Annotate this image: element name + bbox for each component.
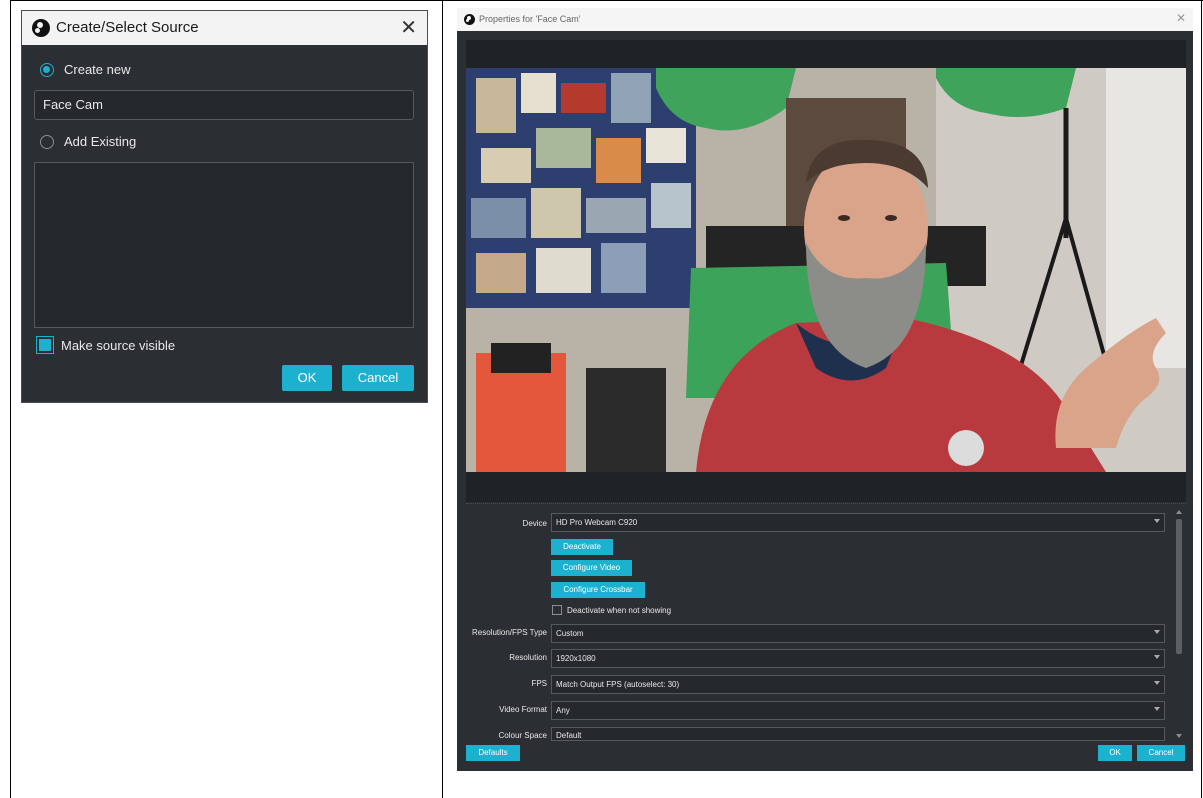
resolution-value: 1920x1080 <box>556 654 596 663</box>
webcam-preview-image <box>466 68 1186 472</box>
title-bar: Create/Select Source ✕ <box>22 11 427 45</box>
resolution-fps-type-select[interactable]: Custom <box>551 624 1165 643</box>
make-source-visible-label[interactable]: Make source visible <box>61 338 175 353</box>
resolution-select[interactable]: 1920x1080 <box>551 649 1165 668</box>
properties-dialog: Properties for 'Face Cam' ✕ Device HD Pr… <box>457 8 1193 771</box>
obs-logo-icon <box>32 19 50 37</box>
ok-button[interactable]: OK <box>282 365 332 391</box>
video-format-label: Video Format <box>499 705 547 714</box>
device-label: Device <box>522 519 547 528</box>
dialog-title: Create/Select Source <box>56 19 199 36</box>
deactivate-button[interactable]: Deactivate <box>551 539 613 555</box>
resolution-fps-type-label: Resolution/FPS Type <box>471 628 547 637</box>
configure-crossbar-button[interactable]: Configure Crossbar <box>551 582 645 598</box>
scroll-down-icon[interactable] <box>1176 734 1182 738</box>
configure-video-button[interactable]: Configure Video <box>551 560 632 576</box>
cell-border-right <box>1201 0 1202 798</box>
radio-unselected-icon[interactable] <box>40 135 54 149</box>
fps-label: FPS <box>531 679 547 688</box>
divider <box>466 503 1186 504</box>
close-icon[interactable]: ✕ <box>400 15 417 40</box>
create-new-label[interactable]: Create new <box>64 62 130 77</box>
chevron-down-icon <box>1154 630 1160 634</box>
chevron-down-icon <box>1154 681 1160 685</box>
colour-space-value: Default <box>556 731 582 740</box>
deactivate-when-not-showing-label[interactable]: Deactivate when not showing <box>567 606 671 615</box>
radio-selected-icon[interactable] <box>40 63 54 77</box>
colour-space-select[interactable]: Default <box>551 727 1165 741</box>
preview-area <box>466 40 1186 502</box>
defaults-button[interactable]: Defaults <box>466 745 520 761</box>
video-format-select[interactable]: Any <box>551 701 1165 720</box>
existing-sources-list[interactable] <box>34 162 414 328</box>
cell-border-top <box>10 0 1203 1</box>
title-bar: Properties for 'Face Cam' ✕ <box>457 8 1193 31</box>
chevron-down-icon <box>1154 519 1160 523</box>
properties-scrollbar[interactable] <box>1175 508 1183 740</box>
add-existing-label[interactable]: Add Existing <box>64 134 136 149</box>
resolution-fps-type-value: Custom <box>556 629 584 638</box>
webcam-preview <box>466 68 1186 472</box>
cell-border-left <box>10 0 11 798</box>
device-select[interactable]: HD Pro Webcam C920 <box>551 513 1165 532</box>
fps-value: Match Output FPS (autoselect: 30) <box>556 680 680 689</box>
cancel-button[interactable]: Cancel <box>1137 745 1185 761</box>
ok-button[interactable]: OK <box>1098 745 1132 761</box>
close-icon[interactable]: ✕ <box>1176 11 1186 25</box>
deactivate-when-not-showing-checkbox[interactable] <box>552 605 562 615</box>
create-select-source-dialog: Create/Select Source ✕ Create new Face C… <box>21 10 428 403</box>
resolution-label: Resolution <box>509 653 547 662</box>
chevron-down-icon <box>1154 707 1160 711</box>
dialog-title: Properties for 'Face Cam' <box>479 14 581 24</box>
scrollbar-thumb[interactable] <box>1176 519 1182 654</box>
source-name-input[interactable]: Face Cam <box>34 90 414 120</box>
fps-select[interactable]: Match Output FPS (autoselect: 30) <box>551 675 1165 694</box>
cell-border-middle <box>442 0 443 798</box>
device-value: HD Pro Webcam C920 <box>556 518 638 527</box>
obs-logo-icon <box>464 14 475 25</box>
make-source-visible-checkbox[interactable] <box>36 336 54 354</box>
colour-space-label: Colour Space <box>498 731 547 740</box>
chevron-down-icon <box>1154 655 1160 659</box>
cancel-button[interactable]: Cancel <box>342 365 414 391</box>
scroll-up-icon[interactable] <box>1176 510 1182 514</box>
video-format-value: Any <box>556 706 570 715</box>
